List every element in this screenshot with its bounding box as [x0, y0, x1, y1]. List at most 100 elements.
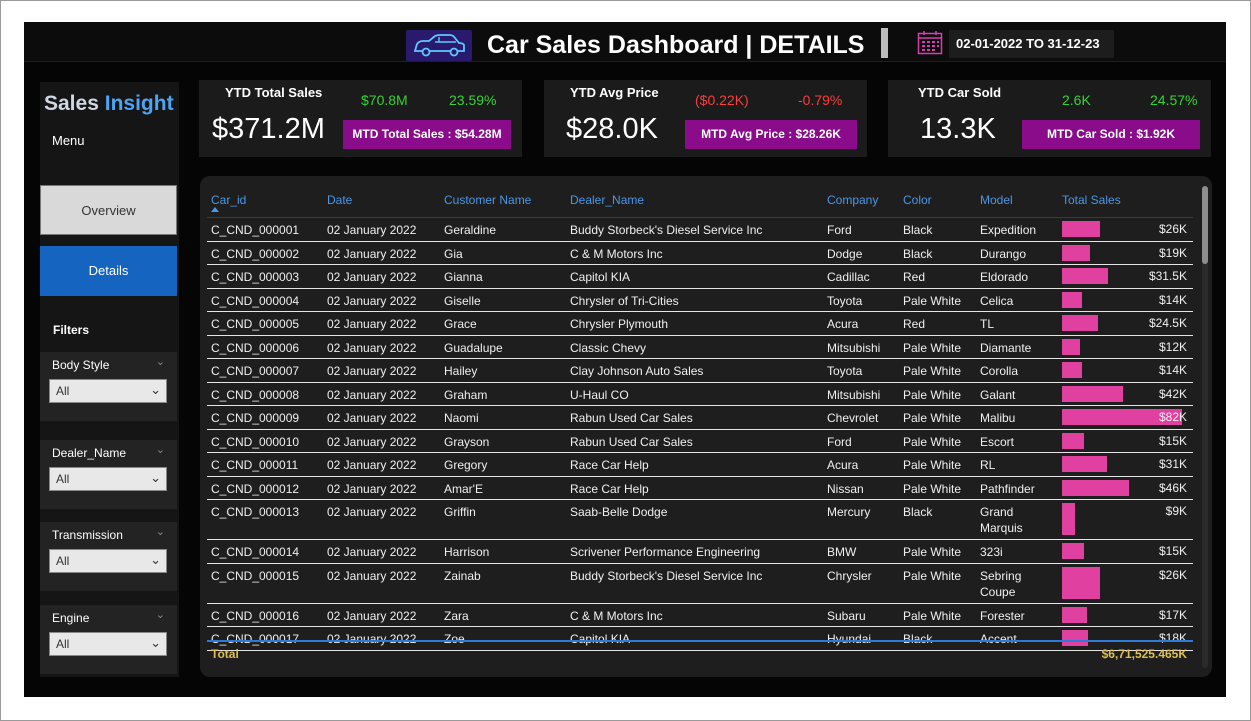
cell-total-sales: $17K	[1158, 607, 1187, 622]
sales-data-bar	[1062, 315, 1098, 331]
cell-color: Black	[903, 505, 933, 519]
cell-color: Pale White	[903, 411, 962, 425]
column-header-company[interactable]: Company	[827, 193, 878, 207]
details-button[interactable]: Details	[40, 246, 177, 296]
table-row[interactable]: C_CND_000005 02 January 2022 Grace Chrysler…	[207, 312, 1193, 336]
kpi-ytd-total-sales: YTD Total Sales $371.2M $70.8M 23.59% MT…	[199, 80, 522, 157]
sidebar: Sales Insight Menu Overview Details Filt…	[40, 82, 179, 677]
kpi-delta-pct: 23.59%	[449, 92, 497, 108]
table-row[interactable]: C_CND_000012 02 January 2022 Amar'E Race Ca…	[207, 477, 1193, 500]
cell-total-sales: $31K	[1158, 457, 1187, 471]
table-row[interactable]: C_CND_000016 02 January 2022 Zara C & M Mot…	[207, 604, 1193, 627]
table-row[interactable]: C_CND_000011 02 January 2022 Gregory Race C…	[207, 453, 1193, 477]
table-row[interactable]: C_CND_000009 02 January 2022 Naomi Rabun Us…	[207, 406, 1193, 430]
cell-company: Chrysler	[827, 568, 872, 583]
table-row[interactable]: C_CND_000010 02 January 2022 Grayson Rabun …	[207, 430, 1193, 453]
cell-total-sales: $42K	[1158, 386, 1187, 401]
scrollbar-thumb[interactable]	[1202, 186, 1208, 264]
filter-transmission: Transmission ⌄ All ⌄	[40, 522, 177, 591]
kpi-mtd-badge: MTD Total Sales : $54.28M	[343, 120, 511, 149]
calendar-icon	[917, 30, 943, 55]
cell-model-line1: Escort	[980, 434, 1015, 449]
cell-dealer-name: Race Car Help	[570, 458, 649, 472]
engine-dropdown[interactable]: All ⌄	[49, 632, 167, 656]
cell-total-sales: $46K	[1158, 480, 1187, 495]
overview-button[interactable]: Overview	[40, 185, 177, 235]
table-row[interactable]: C_CND_000007 02 January 2022 Hailey Clay Jo…	[207, 359, 1193, 383]
column-header-total-sales[interactable]: Total Sales	[1062, 193, 1121, 207]
cell-model-line1: TL	[980, 317, 995, 331]
cell-car-id: C_CND_000011	[211, 458, 299, 472]
cell-model-line1: RL	[980, 458, 996, 472]
chevron-down-icon[interactable]: ⌄	[156, 525, 165, 538]
cell-date: 02 January 2022	[327, 458, 417, 472]
transmission-dropdown[interactable]: All ⌄	[49, 549, 167, 573]
sort-ascending-icon[interactable]	[211, 207, 219, 212]
cell-date: 02 January 2022	[327, 568, 417, 583]
header-bar: Car Sales Dashboard | DETAILS 02-01-2022…	[24, 22, 1226, 62]
cell-model-line1: 323i	[980, 545, 1003, 559]
kpi-title: YTD Total Sales	[225, 85, 323, 100]
cell-dealer-name: U-Haul CO	[570, 387, 629, 402]
table-row[interactable]: C_CND_000002 02 January 2022 Gia C & M Moto…	[207, 242, 1193, 265]
cell-color: Pale White	[903, 364, 962, 378]
table-row[interactable]: C_CND_000013 02 January 2022 Griffin Saab-B…	[207, 500, 1193, 540]
cell-total-sales: $14K	[1158, 292, 1187, 307]
sales-data-bar	[1062, 456, 1107, 472]
table-row[interactable]: C_CND_000001 02 January 2022 Geraldine Budd…	[207, 218, 1193, 242]
sales-data-bar	[1062, 268, 1108, 284]
table-scrollbar[interactable]	[1202, 186, 1208, 668]
cell-dealer-name: Classic Chevy	[570, 340, 647, 355]
total-label: Total	[211, 647, 239, 661]
cell-color: Red	[903, 270, 926, 284]
cell-customer-name: Griffin	[444, 505, 476, 519]
cell-company: Mercury	[827, 505, 871, 519]
column-header-date[interactable]: Date	[327, 193, 352, 207]
cell-model: Malibu	[980, 410, 1015, 426]
dealer-name-dropdown[interactable]: All ⌄	[49, 467, 167, 491]
cell-model-line1: Sebring	[980, 568, 1022, 583]
cell-dealer-name: Rabun Used Car Sales	[570, 411, 693, 425]
table-row[interactable]: C_CND_000014 02 January 2022 Harrison Scriv…	[207, 540, 1193, 564]
chevron-down-icon[interactable]: ⌄	[156, 608, 165, 621]
cell-date: 02 January 2022	[327, 246, 417, 261]
column-header-dealer-name[interactable]: Dealer_Name	[570, 193, 644, 207]
table-row[interactable]: C_CND_000004 02 January 2022 Giselle Chrysl…	[207, 289, 1193, 312]
cell-date: 02 January 2022	[327, 364, 417, 378]
body-style-dropdown[interactable]: All ⌄	[49, 379, 167, 403]
cell-date: 02 January 2022	[327, 481, 417, 496]
column-header-color[interactable]: Color	[903, 193, 932, 207]
filter-title: Body Style	[52, 358, 110, 372]
table-row[interactable]: C_CND_000015 02 January 2022 Zainab Buddy S…	[207, 564, 1193, 604]
cell-company: Ford	[827, 434, 852, 449]
cell-customer-name: Giselle	[444, 293, 481, 308]
cell-total-sales: $26K	[1158, 222, 1187, 236]
cell-customer-name: Gianna	[444, 270, 483, 284]
cell-company: Acura	[827, 317, 859, 331]
kpi-value: 13.3K	[920, 113, 996, 145]
table-row[interactable]: C_CND_000003 02 January 2022 Gianna Capitol…	[207, 265, 1193, 289]
cell-car-id: C_CND_000012	[211, 481, 300, 496]
cell-dealer-name: Chrysler of Tri-Cities	[570, 293, 679, 308]
cell-color: Pale White	[903, 608, 962, 623]
cell-customer-name: Grace	[444, 317, 477, 331]
chevron-down-icon[interactable]: ⌄	[156, 443, 165, 456]
cell-model-line1: Expedition	[980, 223, 1037, 237]
total-value: $6,71,525.465K	[1101, 647, 1187, 661]
column-header-customer-name[interactable]: Customer Name	[444, 193, 531, 207]
cell-model: Expedition	[980, 222, 1036, 238]
column-header-model[interactable]: Model	[980, 193, 1013, 207]
table-row[interactable]: C_CND_000006 02 January 2022 Guadalupe Clas…	[207, 336, 1193, 359]
cell-color: Pale White	[903, 387, 962, 402]
sales-data-bar	[1062, 543, 1084, 559]
chevron-down-icon: ⌄	[150, 382, 161, 397]
chevron-down-icon: ⌄	[150, 635, 161, 650]
sales-data-bar	[1062, 606, 1087, 623]
table-row[interactable]: C_CND_000008 02 January 2022 Graham U-Haul …	[207, 383, 1193, 406]
sales-data-bar	[1062, 221, 1100, 237]
cell-model-line1: Pathfinder	[980, 481, 1035, 496]
column-header-car-id[interactable]: Car_id	[211, 193, 246, 207]
cell-dealer-name: Chrysler Plymouth	[570, 317, 669, 331]
date-range[interactable]: 02-01-2022 TO 31-12-23	[949, 30, 1114, 58]
chevron-down-icon[interactable]: ⌄	[156, 355, 165, 368]
